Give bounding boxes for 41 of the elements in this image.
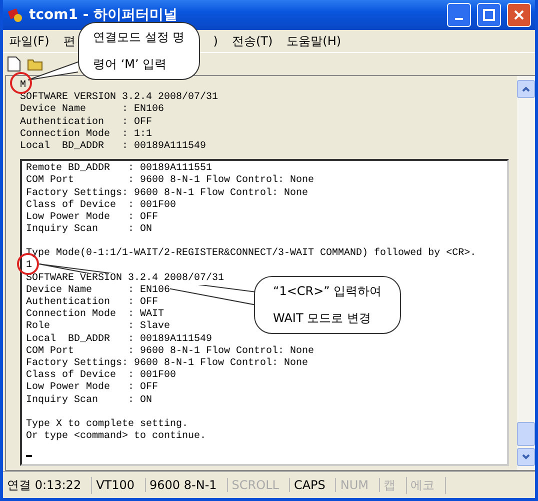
scroll-down-button[interactable] <box>517 448 535 466</box>
folder-icon[interactable] <box>27 57 45 71</box>
status-segment: NUM <box>336 478 380 492</box>
text-cursor <box>26 455 32 458</box>
status-segment: 9600 8-N-1 <box>146 478 228 492</box>
status-segment: SCROLL <box>228 478 290 492</box>
menu-item[interactable]: 편 <box>63 32 76 50</box>
chevron-down-icon <box>522 454 530 460</box>
status-segment: 연결 0:13:22 <box>3 476 92 494</box>
status-segment: CAPS <box>290 478 336 492</box>
maximize-button[interactable] <box>477 3 501 27</box>
close-button[interactable] <box>507 3 531 27</box>
minimize-button[interactable] <box>447 3 471 27</box>
status-segment: 캡 <box>380 476 407 494</box>
callout-text: “1<CR>” 입력하여 <box>273 283 382 300</box>
terminal-line: Device Name : EN106 <box>20 104 164 116</box>
terminal-line: Authentication : OFF <box>20 116 152 128</box>
terminal-line: M <box>20 80 26 92</box>
status-segment: 에코 <box>406 476 446 494</box>
minimize-icon <box>455 18 463 20</box>
chevron-up-icon <box>522 86 530 92</box>
status-segment: VT100 <box>92 478 146 492</box>
window-title: tcom1 - 하이퍼터미널 <box>29 6 178 24</box>
maximize-icon <box>483 9 495 21</box>
callout-text: 령어 ‘M’ 입력 <box>93 56 168 73</box>
terminal-line: Local BD_ADDR : 00189A111549 <box>20 140 206 154</box>
app-icon <box>7 7 23 23</box>
menu-item[interactable]: 전송(T) <box>232 32 273 50</box>
new-file-icon[interactable] <box>7 56 21 72</box>
scrollbar[interactable] <box>517 76 535 470</box>
menu-item[interactable]: 파일(F) <box>9 32 50 50</box>
scroll-up-button[interactable] <box>517 80 535 98</box>
menu-item[interactable]: 도움말(H) <box>286 32 342 50</box>
terminal-line: SOFTWARE VERSION 3.2.4 2008/07/31 <box>20 92 218 104</box>
highlight-circle <box>10 72 32 94</box>
scroll-thumb[interactable] <box>517 422 535 446</box>
close-icon <box>513 9 525 21</box>
menu-item[interactable]: ) <box>213 34 218 48</box>
terminal-line: Connection Mode : 1:1 <box>20 128 152 140</box>
callout-text: 연결모드 설정 명 <box>93 29 185 46</box>
callout-text: WAIT 모드로 변경 <box>273 310 372 327</box>
